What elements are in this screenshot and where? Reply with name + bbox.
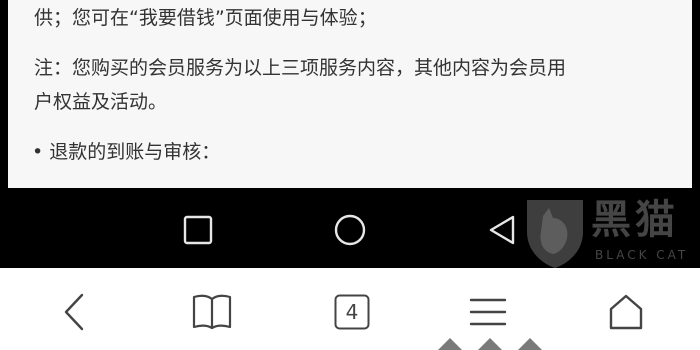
triangle-back-icon (489, 215, 515, 245)
watermark-fragment (438, 338, 542, 350)
house-icon (609, 294, 643, 330)
square-icon (183, 215, 213, 245)
home-button[interactable] (330, 210, 370, 250)
tab-count: 4 (345, 300, 359, 324)
article-line: 户权益及活动。 (34, 91, 168, 113)
article-content: 供；您可在“我要借钱”页面使用与体验； 注：您购买的会员服务为以上三项服务内容，… (8, 0, 692, 188)
hamburger-icon (469, 298, 507, 326)
circle-icon (334, 214, 366, 246)
article-line: • 退款的到账与审核： (32, 141, 221, 163)
browser-toolbar: 4 (0, 268, 700, 350)
article-line: 供；您可在“我要借钱”页面使用与体验； (34, 7, 377, 29)
watermark-title: 黑猫 (591, 197, 679, 243)
article-line: 注：您购买的会员服务为以上三项服务内容，其他内容为会员用 (34, 57, 567, 79)
cat-shield-logo (527, 200, 583, 268)
menu-button[interactable] (466, 290, 510, 334)
tabs-button[interactable]: 4 (330, 290, 374, 334)
home-page-button[interactable] (604, 290, 648, 334)
back-nav-button[interactable] (52, 290, 96, 334)
chevron-left-icon (64, 293, 84, 331)
recents-button[interactable] (178, 210, 218, 250)
book-icon (192, 294, 232, 330)
watermark: 黑猫 BLACK CAT (515, 196, 700, 271)
watermark-subtitle: BLACK CAT (595, 248, 689, 262)
screen: 供；您可在“我要借钱”页面使用与体验； 注：您购买的会员服务为以上三项服务内容，… (0, 0, 700, 350)
bookmarks-button[interactable] (190, 290, 234, 334)
